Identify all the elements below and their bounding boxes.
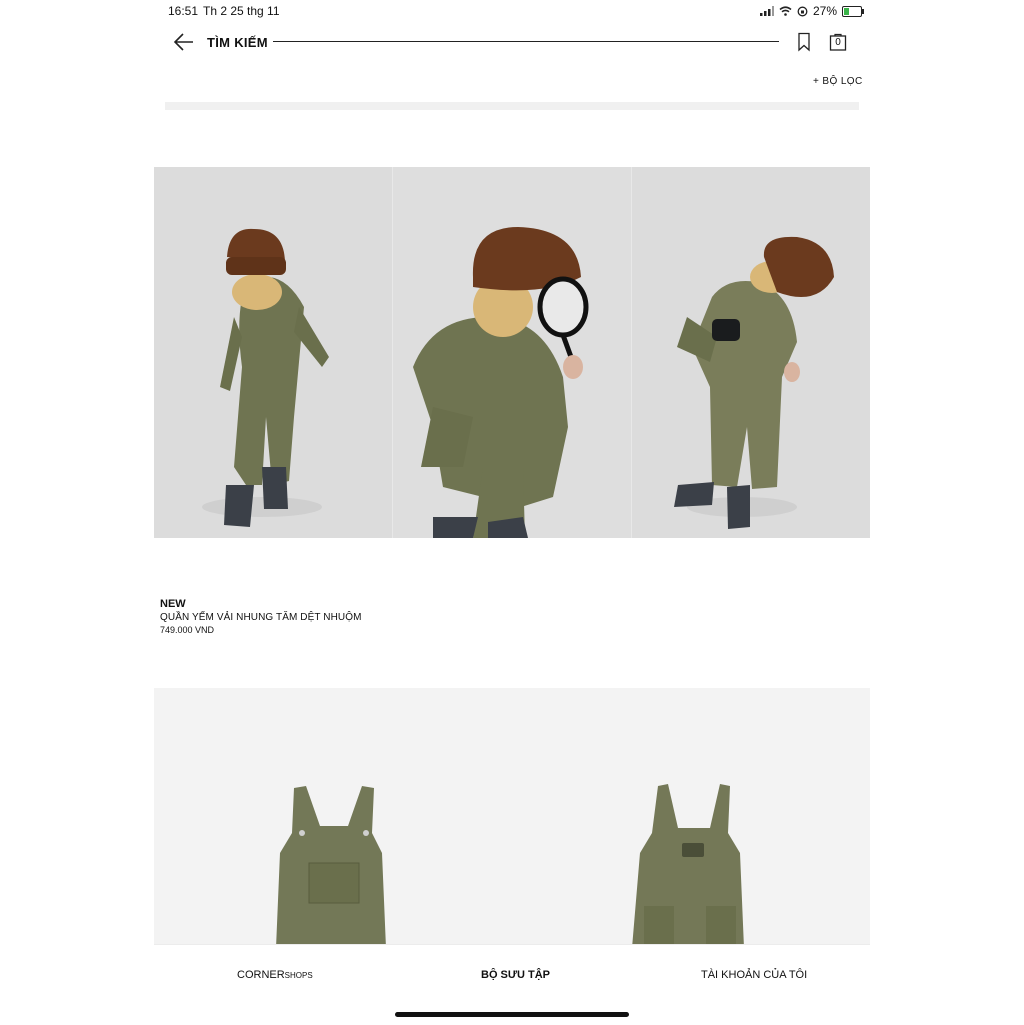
- product-card-second[interactable]: [154, 688, 870, 946]
- shopping-bag-button[interactable]: 0: [829, 33, 847, 51]
- product-photo-overall-back[interactable]: [264, 778, 404, 946]
- nav-corner-sub-label: SHOPS: [284, 971, 313, 980]
- nav-account[interactable]: TÀI KHOẢN CỦA TÔI: [701, 969, 807, 981]
- battery-percent: 27%: [813, 4, 838, 18]
- orientation-lock-icon: [797, 6, 808, 16]
- product-photo-front[interactable]: [631, 167, 870, 538]
- page-title[interactable]: TÌM KIẾM: [207, 35, 268, 50]
- product-name[interactable]: QUẦN YẾM VẢI NHUNG TĂM DỆT NHUỘM: [160, 612, 362, 623]
- wifi-icon: [779, 6, 792, 16]
- product-photo-magnifier[interactable]: [392, 167, 631, 538]
- filter-bar: [165, 102, 859, 110]
- nav-corner-label: CORNER: [237, 969, 285, 981]
- signal-icon: [760, 6, 774, 16]
- home-indicator[interactable]: [395, 1012, 629, 1017]
- search-input-underline[interactable]: [273, 41, 779, 42]
- nav-collection[interactable]: BỘ SƯU TẬP: [481, 969, 550, 981]
- status-date: Th 2 25 thg 11: [203, 4, 280, 18]
- bookmark-icon[interactable]: [796, 32, 812, 52]
- bag-count: 0: [835, 37, 841, 48]
- arrow-left-icon[interactable]: [172, 30, 196, 54]
- product-gallery[interactable]: [154, 167, 870, 538]
- filter-button[interactable]: + BỘ LỌC: [813, 76, 863, 87]
- product-photo-overall-front[interactable]: [624, 778, 764, 946]
- product-price: 749.000 VND: [160, 625, 215, 635]
- new-badge: NEW: [160, 598, 186, 610]
- battery-icon: [842, 5, 865, 17]
- nav-corner-shops[interactable]: CORNERSHOPS: [237, 969, 313, 981]
- status-indicators: 27%: [760, 4, 865, 18]
- product-photo-back[interactable]: [154, 167, 392, 538]
- status-time: 16:51: [168, 4, 199, 18]
